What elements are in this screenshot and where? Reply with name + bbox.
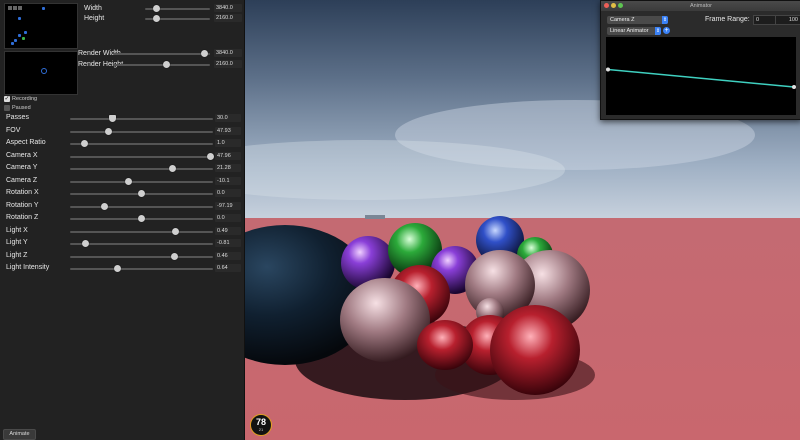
passes-label: Passes: [6, 114, 29, 121]
camera-z-value[interactable]: -10.1: [215, 176, 241, 185]
aspect-ratio-label: Aspect Ratio: [6, 139, 46, 146]
animator-type-value: Linear Animator: [610, 28, 649, 34]
render-preview[interactable]: [4, 51, 78, 95]
property-select[interactable]: Camera Z ⇕: [607, 16, 668, 24]
add-animator-button[interactable]: +: [663, 27, 670, 34]
preview-window-controls: [8, 5, 23, 12]
output-preview[interactable]: [4, 3, 78, 49]
frame-end-input[interactable]: 100: [775, 15, 800, 25]
width-value[interactable]: 3840.0: [214, 4, 242, 12]
animator-titlebar[interactable]: Animator: [601, 1, 800, 11]
passes-value[interactable]: 30.0: [215, 114, 241, 122]
light-x-label: Light X: [6, 226, 28, 234]
camera-x-slider-handle[interactable]: [206, 152, 214, 160]
passes-slider-handle[interactable]: [109, 115, 117, 122]
camera-x-slider[interactable]: [70, 155, 213, 158]
frame-range-label: Frame Range:: [705, 16, 750, 23]
close-icon[interactable]: [604, 3, 609, 8]
width-slider-handle[interactable]: [153, 5, 161, 12]
aspect-ratio-slider[interactable]: [70, 143, 213, 145]
fov-value[interactable]: 47.93: [215, 126, 241, 135]
render-width-value[interactable]: 3840.0: [214, 49, 242, 57]
camera-z-label: Camera Z: [6, 176, 38, 184]
camera-x-label: Camera X: [6, 151, 38, 159]
render-height-slider[interactable]: [113, 64, 210, 66]
rotation-y-slider[interactable]: [70, 205, 213, 208]
camera-x-value[interactable]: 47.96: [215, 151, 241, 160]
rotation-z-value[interactable]: 0.0: [215, 214, 241, 222]
light-y-value[interactable]: -0.81: [215, 239, 241, 247]
fov-label: FOV: [6, 126, 21, 134]
keyframe-end-handle[interactable]: [792, 85, 796, 90]
animator-type-select[interactable]: Linear Animator ⇕: [607, 27, 661, 35]
light-z-label: Light Z: [6, 251, 28, 259]
fps-subvalue: 21: [258, 427, 264, 432]
light-intensity-label: Light Intensity: [6, 264, 50, 271]
settings-panel: Width 3840.0 Height 2160.0 Render Width …: [0, 0, 245, 440]
minimize-icon[interactable]: [611, 3, 616, 8]
rotation-x-value[interactable]: 0.0: [215, 189, 241, 197]
animator-title: Animator: [689, 3, 712, 9]
chevron-updown-icon: ⇕: [655, 27, 661, 35]
render-height-value[interactable]: 2160.0: [214, 60, 242, 68]
passes-slider[interactable]: [70, 118, 213, 120]
fps-counter: 78 21: [250, 414, 272, 436]
camera-y-value[interactable]: 21.28: [215, 164, 241, 172]
rotation-z-label: Rotation Z: [6, 214, 39, 221]
rotation-x-label: Rotation X: [6, 189, 39, 196]
camera-y-slider[interactable]: [70, 168, 213, 170]
chevron-updown-icon: ⇕: [662, 16, 668, 24]
light-z-value[interactable]: 0.46: [215, 251, 241, 260]
aspect-ratio-value[interactable]: 1.0: [215, 139, 241, 147]
curve-svg: [606, 67, 796, 90]
animation-curve-graph[interactable]: [606, 37, 796, 115]
rotation-y-label: Rotation Y: [6, 201, 39, 209]
maximize-icon[interactable]: [618, 3, 623, 8]
property-select-value: Camera Z: [610, 17, 635, 23]
render-width-slider-handle[interactable]: [200, 50, 208, 57]
render-width-slider[interactable]: [113, 53, 210, 55]
fov-slider-handle[interactable]: [105, 127, 113, 135]
rotation-x-slider-handle[interactable]: [138, 190, 145, 197]
light-x-slider[interactable]: [70, 230, 213, 233]
curve-line: [607, 68, 795, 88]
light-x-value[interactable]: 0.49: [215, 226, 241, 235]
aspect-ratio-slider-handle[interactable]: [80, 140, 88, 147]
rotation-z-slider-handle[interactable]: [138, 215, 145, 222]
paused-checkbox[interactable]: [4, 105, 10, 111]
light-x-slider-handle[interactable]: [172, 227, 180, 235]
light-intensity-slider[interactable]: [70, 268, 213, 270]
paused-label: Paused: [12, 105, 31, 111]
recording-checkbox[interactable]: ✓: [4, 96, 10, 102]
height-value[interactable]: 2160.0: [214, 14, 242, 22]
keyframe-start-handle[interactable]: [606, 67, 610, 72]
light-z-slider-handle[interactable]: [170, 252, 178, 260]
camera-z-slider-handle[interactable]: [125, 177, 133, 185]
height-label: Height: [84, 15, 105, 22]
rotation-y-slider-handle[interactable]: [100, 202, 108, 210]
light-intensity-value[interactable]: 0.64: [215, 264, 241, 272]
light-y-label: Light Y: [6, 239, 28, 246]
animate-button[interactable]: Animate: [3, 429, 36, 440]
light-y-slider[interactable]: [70, 243, 213, 245]
rotation-y-value[interactable]: -97.19: [215, 201, 241, 210]
render-height-slider-handle[interactable]: [162, 61, 170, 68]
width-label: Width: [84, 5, 102, 12]
light-y-slider-handle[interactable]: [82, 240, 90, 247]
camera-y-slider-handle[interactable]: [169, 165, 177, 172]
height-slider-handle[interactable]: [153, 15, 161, 22]
light-z-slider[interactable]: [70, 255, 213, 258]
recording-label: Recording: [12, 96, 38, 102]
camera-y-label: Camera Y: [6, 164, 38, 171]
light-intensity-slider-handle[interactable]: [113, 265, 121, 272]
animator-window: Animator Camera Z ⇕ Linear Animator ⇕ + …: [600, 0, 800, 120]
fov-slider[interactable]: [70, 130, 213, 133]
camera-z-slider[interactable]: [70, 180, 213, 183]
